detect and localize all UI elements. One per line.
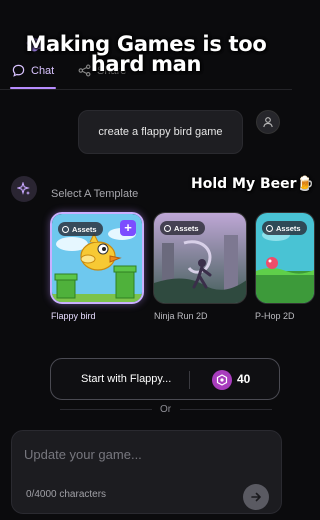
select-template-label: Select A Template [51, 188, 139, 200]
character-count: 0/4000 characters [26, 489, 107, 500]
overlay-caption-line2: hard man [90, 52, 202, 76]
user-message-bubble: create a flappy bird game [78, 110, 243, 154]
template-card-flappy-bird[interactable]: Assets + [50, 212, 144, 304]
composer: 0/4000 characters [11, 430, 282, 514]
user-avatar [256, 110, 280, 134]
assets-icon [164, 224, 171, 232]
user-icon [263, 117, 273, 128]
plus-icon[interactable]: + [120, 220, 136, 236]
assets-badge: Assets [58, 222, 103, 236]
start-with-template-button[interactable]: Start with Flappy... 40 [50, 358, 280, 400]
overlay-caption-beer: Hold My Beer🍺 [191, 176, 314, 192]
assets-badge-label: Assets [72, 224, 97, 234]
template-card-ninja-run-2d[interactable]: Assets [153, 212, 247, 304]
assets-badge: Assets [160, 221, 205, 235]
tab-divider [0, 89, 292, 90]
credit-icon [212, 370, 232, 390]
or-separator: Or [160, 404, 172, 415]
assets-icon [62, 225, 69, 233]
template-name-ninja-run-2d: Ninja Run 2D [154, 311, 208, 321]
start-button-label: Start with Flappy... [81, 373, 172, 385]
assets-icon [266, 224, 273, 232]
assets-badge: Assets [262, 221, 307, 235]
separator-line-right [180, 409, 272, 410]
send-button[interactable] [243, 484, 269, 510]
template-name-flappy-bird: Flappy bird [51, 311, 96, 321]
assets-badge-label: Assets [174, 223, 199, 233]
separator-line-left [60, 409, 152, 410]
start-button-divider [189, 371, 190, 389]
ai-avatar [11, 176, 37, 202]
template-card-p-hop-2d[interactable]: Assets [255, 212, 315, 304]
credit-cost: 40 [237, 372, 251, 386]
template-name-p-hop-2d: P-Hop 2D [255, 311, 295, 321]
assets-badge-label: Assets [276, 223, 301, 233]
sparkle-icon [17, 182, 30, 195]
prompt-input[interactable] [24, 443, 254, 465]
arrow-right-icon [251, 492, 261, 502]
